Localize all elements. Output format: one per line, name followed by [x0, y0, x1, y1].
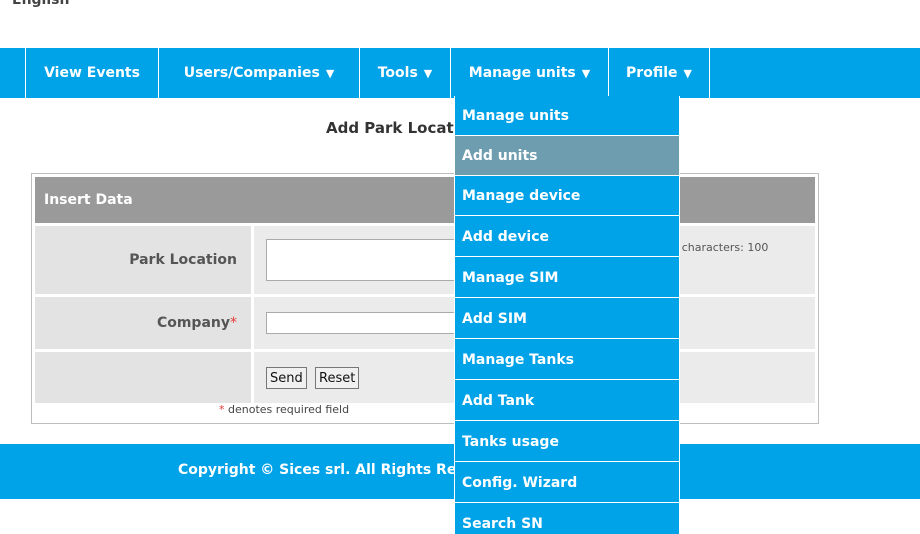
send-button[interactable]: Send [266, 367, 307, 389]
manage-units-dropdown: Manage units Add units Manage device Add… [454, 96, 680, 534]
menu-item-tanks-usage[interactable]: Tanks usage [455, 422, 679, 462]
park-location-label: Park Location [35, 226, 251, 294]
company-label: Company * [35, 297, 251, 349]
menu-item-manage-tanks[interactable]: Manage Tanks [455, 340, 679, 380]
company-row: Company * [35, 297, 815, 349]
nav-view-events-label: View Events [44, 65, 140, 81]
nav-users-companies[interactable]: Users/Companies ▼ [158, 48, 359, 98]
language-label[interactable]: English [12, 0, 69, 8]
nav-tools-label: Tools [377, 65, 418, 81]
menu-item-manage-device[interactable]: Manage device [455, 176, 679, 216]
nav-tools[interactable]: Tools ▼ [359, 48, 450, 98]
nav-view-events[interactable]: View Events [25, 48, 158, 98]
chevron-down-icon: ▼ [581, 66, 591, 80]
main-navbar: View Events Users/Companies ▼ Tools ▼ Ma… [0, 48, 920, 98]
chevron-down-icon: ▼ [683, 66, 692, 80]
menu-item-config-wizard[interactable]: Config. Wizard [455, 463, 679, 503]
form-header: Insert Data [35, 177, 815, 223]
menu-item-manage-units[interactable]: Manage units [455, 96, 679, 136]
required-field-note: * denotes required field [219, 403, 350, 416]
language-selector[interactable]: English [0, 0, 200, 26]
actions-row: Send Reset [35, 352, 815, 403]
reset-button[interactable]: Reset [315, 367, 360, 389]
park-location-row: Park Location Max. characters: 100 [35, 226, 815, 294]
chevron-down-icon: ▼ [423, 66, 433, 80]
required-star: * [230, 315, 237, 331]
menu-item-add-tank[interactable]: Add Tank [455, 381, 679, 421]
menu-item-search-sn[interactable]: Search SN [455, 504, 679, 534]
nav-profile-label: Profile [626, 65, 678, 81]
nav-profile[interactable]: Profile ▼ [608, 48, 710, 98]
chevron-down-icon: ▼ [325, 66, 335, 80]
actions-label-cell [35, 352, 251, 403]
menu-item-manage-sim[interactable]: Manage SIM [455, 258, 679, 298]
insert-data-form: Insert Data Park Location Max. character… [31, 173, 819, 424]
nav-manage-units[interactable]: Manage units ▼ [450, 48, 608, 98]
menu-item-add-sim[interactable]: Add SIM [455, 299, 679, 339]
nav-users-companies-label: Users/Companies [183, 65, 320, 81]
nav-manage-units-label: Manage units [468, 65, 576, 81]
menu-item-add-units[interactable]: Add units [455, 136, 679, 176]
menu-item-add-device[interactable]: Add device [455, 217, 679, 257]
